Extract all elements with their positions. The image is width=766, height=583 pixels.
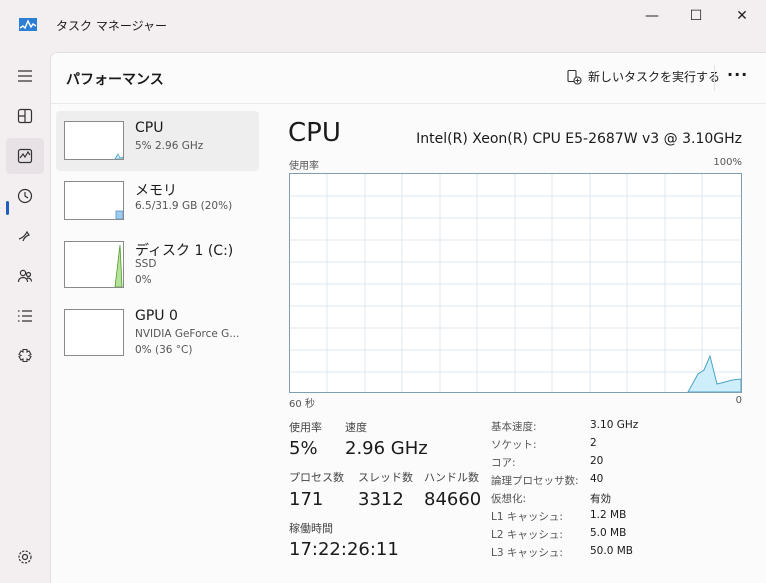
maximize-button[interactable]: ☐	[681, 8, 711, 24]
nav-services[interactable]	[6, 338, 44, 374]
menu-button[interactable]	[6, 58, 44, 94]
threads-label: スレッド数	[358, 471, 413, 484]
spec-logical-key: 論理プロセッサ数:	[491, 475, 579, 487]
run-new-task-icon	[567, 69, 582, 85]
close-button[interactable]: ✕	[727, 8, 757, 24]
spec-virtualization-key: 仮想化:	[491, 493, 527, 505]
cpu-usage-graph	[289, 173, 742, 393]
speed-label: 速度	[345, 421, 367, 434]
users-icon	[17, 269, 33, 283]
nav-processes[interactable]	[6, 98, 44, 134]
spec-sockets-key: ソケット:	[491, 439, 537, 451]
cpu-thumbnail	[64, 121, 124, 160]
spec-l1-value: 1.2 MB	[590, 509, 627, 521]
spec-l1-key: L1 キャッシュ:	[491, 511, 563, 523]
cpu-model: Intel(R) Xeon(R) CPU E5-2687W v3 @ 3.10G…	[416, 131, 742, 147]
settings-icon	[18, 550, 32, 564]
device-detail: 5% 2.96 GHz	[135, 140, 204, 152]
nav-users[interactable]	[6, 258, 44, 294]
spec-base-speed-key: 基本速度:	[491, 421, 537, 433]
graph-label-max: 100%	[713, 157, 742, 168]
device-detail: 6.5/31.9 GB (20%)	[135, 200, 233, 212]
processes-value: 171	[289, 489, 324, 510]
run-new-task-label: 新しいタスクを実行する	[588, 70, 721, 84]
performance-icon	[17, 148, 33, 164]
app-title: タスク マネージャー	[56, 19, 167, 33]
device-usage: 0%	[135, 274, 152, 286]
main-panel: パフォーマンス 新しいタスクを実行する ··· CPU 5% 2.96 GHz …	[50, 52, 766, 583]
gpu-thumbnail	[64, 309, 124, 356]
detail-title: CPU	[288, 118, 341, 148]
more-options-button[interactable]: ···	[727, 65, 748, 84]
device-usage: 0% (36 °C)	[135, 344, 193, 356]
nav-settings[interactable]	[6, 539, 44, 575]
spec-logical-value: 40	[590, 473, 604, 485]
spec-cores-key: コア:	[491, 457, 516, 469]
usage-label: 使用率	[289, 421, 322, 434]
graph-time-zero: 0	[735, 395, 742, 406]
menu-icon	[18, 70, 32, 82]
uptime-value: 17:22:26:11	[289, 539, 399, 560]
speed-value: 2.96 GHz	[345, 438, 428, 459]
device-type: SSD	[135, 258, 157, 270]
cpu-usage-graph-svg	[290, 174, 742, 393]
graph-time-window: 60 秒	[289, 399, 315, 410]
page-title: パフォーマンス	[66, 72, 164, 88]
history-icon	[17, 188, 33, 204]
nav-performance[interactable]	[6, 138, 44, 174]
title-bar: タスク マネージャー — ☐ ✕	[0, 0, 766, 52]
spec-virtualization-value: 有効	[590, 493, 611, 505]
spec-l3-value: 50.0 MB	[590, 545, 633, 557]
device-name: CPU	[135, 120, 164, 136]
device-cpu[interactable]: CPU 5% 2.96 GHz	[56, 111, 259, 171]
processes-label: プロセス数	[289, 471, 344, 484]
device-memory[interactable]: メモリ 6.5/31.9 GB (20%)	[56, 171, 259, 231]
uptime-label: 稼働時間	[289, 522, 333, 535]
processes-icon	[17, 108, 33, 124]
page-header: パフォーマンス 新しいタスクを実行する ···	[51, 53, 766, 104]
header-divider	[714, 65, 715, 91]
spec-l2-key: L2 キャッシュ:	[491, 529, 563, 541]
services-icon	[18, 348, 32, 363]
device-model: NVIDIA GeForce G...	[135, 328, 240, 340]
spec-cores-value: 20	[590, 455, 604, 467]
minimize-button[interactable]: —	[637, 8, 667, 24]
graph-label-usage: 使用率	[289, 161, 319, 172]
device-disk[interactable]: ディスク 1 (C:) SSD 0%	[56, 231, 259, 291]
device-name: GPU 0	[135, 308, 178, 324]
threads-value: 3312	[358, 489, 404, 510]
handles-label: ハンドル数	[424, 471, 479, 484]
nav-app-history[interactable]	[6, 178, 44, 214]
handles-value: 84660	[424, 489, 482, 510]
navigation-rail	[0, 52, 50, 583]
device-gpu[interactable]: GPU 0 NVIDIA GeForce G... 0% (36 °C)	[56, 299, 259, 359]
spec-l3-key: L3 キャッシュ:	[491, 547, 563, 559]
nav-startup-apps[interactable]	[6, 218, 44, 254]
task-manager-app-icon	[19, 18, 37, 31]
device-name: ディスク 1 (C:)	[135, 243, 234, 259]
spec-sockets-value: 2	[590, 437, 597, 449]
disk-thumbnail	[64, 241, 124, 288]
nav-details[interactable]	[6, 298, 44, 334]
details-icon	[18, 310, 32, 322]
run-new-task-button[interactable]: 新しいタスクを実行する	[566, 68, 720, 85]
cpu-usage-area	[687, 354, 742, 393]
spec-l2-value: 5.0 MB	[590, 527, 627, 539]
usage-value: 5%	[289, 438, 318, 459]
memory-thumbnail	[64, 181, 124, 220]
spec-base-speed-value: 3.10 GHz	[590, 419, 639, 431]
startup-icon	[18, 230, 30, 242]
device-name: メモリ	[135, 183, 177, 199]
